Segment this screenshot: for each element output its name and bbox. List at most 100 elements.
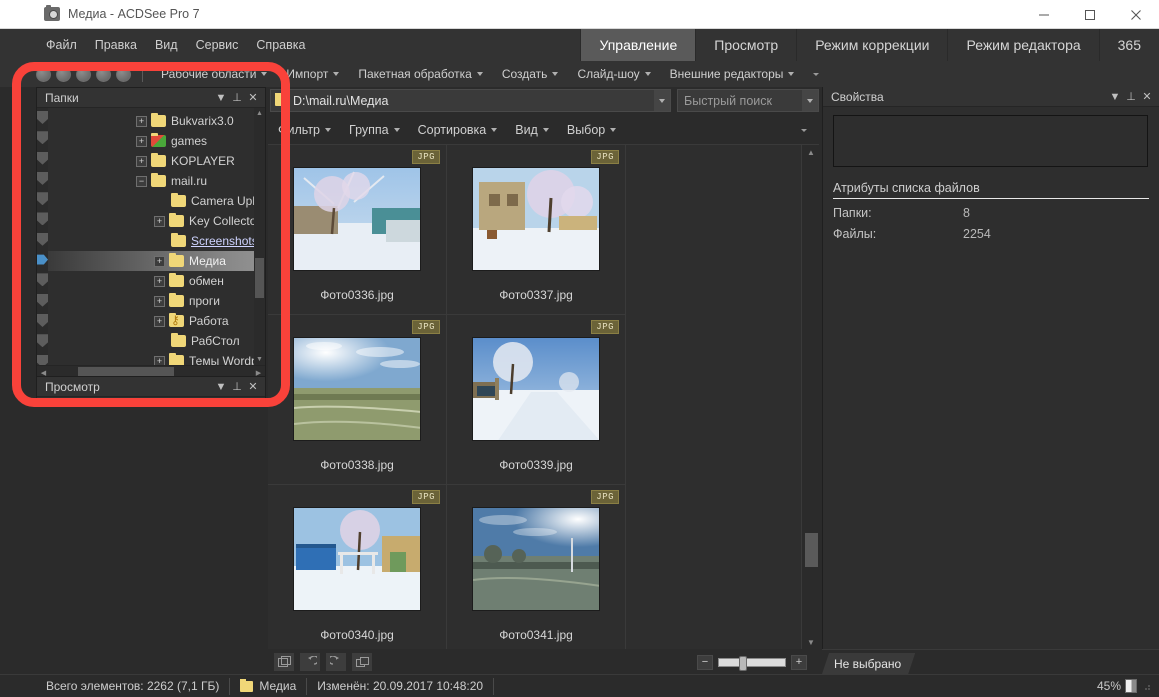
rotate-right-icon[interactable] <box>326 653 346 671</box>
pin-icon[interactable]: ⊥ <box>229 90 245 106</box>
tree-item-key-collector[interactable]: + Key Collector <box>48 211 265 231</box>
tree-item-screenshots[interactable]: Screenshots <box>48 231 265 251</box>
view-dropdown[interactable]: Вид <box>507 123 557 137</box>
tree-item-games[interactable]: + games <box>48 131 265 151</box>
expand-icon[interactable]: + <box>136 135 147 147</box>
pin-icon[interactable]: ⊥ <box>1123 89 1139 105</box>
tab-correction[interactable]: Режим коррекции <box>796 29 947 61</box>
import-dropdown[interactable]: Импорт <box>279 67 346 81</box>
nav-prev-icon[interactable] <box>76 66 91 82</box>
image-icon[interactable] <box>274 653 294 671</box>
tree-item-рабстол[interactable]: РабСтол <box>48 331 265 351</box>
thumbnail-item[interactable]: JPG Фото0340.jpg <box>268 485 447 649</box>
expand-icon[interactable]: + <box>154 315 165 327</box>
search-input[interactable]: Быстрый поиск <box>678 94 802 108</box>
thumbnail-item[interactable]: JPG Фото0338.jpg <box>268 315 447 485</box>
thumbnail-image[interactable] <box>293 507 421 611</box>
tree-item-медиа[interactable]: + Медиа <box>48 251 265 271</box>
slideshow-dropdown[interactable]: Слайд-шоу <box>570 67 657 81</box>
tree-item-обмен[interactable]: + обмен <box>48 271 265 291</box>
scroll-thumb[interactable] <box>805 533 818 567</box>
thumbnail-item[interactable]: JPG Фото0339.jpg <box>447 315 626 485</box>
thumbnail-item[interactable]: JPG Фото0337.jpg <box>447 145 626 315</box>
zoom-control[interactable]: − + <box>697 654 807 671</box>
search-dropdown-button[interactable] <box>802 90 818 111</box>
menu-item-tools[interactable]: Сервис <box>196 38 239 52</box>
maximize-button[interactable] <box>1067 0 1113 29</box>
thumbnail-image[interactable] <box>293 167 421 271</box>
thumbnail-item[interactable]: JPG Фото0336.jpg <box>268 145 447 315</box>
resize-grip-icon[interactable] <box>1141 681 1151 691</box>
thumbnail-image[interactable] <box>293 337 421 441</box>
chevron-down-icon[interactable]: ▼ <box>1107 89 1123 105</box>
tree-vertical-scrollbar[interactable]: ▲ ▼ <box>254 108 265 365</box>
menu-item-help[interactable]: Справка <box>256 38 305 52</box>
close-icon[interactable]: ✕ <box>245 379 261 395</box>
expand-icon[interactable]: + <box>154 215 165 227</box>
tree-rows[interactable]: + Bukvarix3.0 + games + KOPLAYER − mail.ru Camer… <box>48 108 265 365</box>
batch-dropdown[interactable]: Пакетная обработка <box>351 67 489 81</box>
tab-manage[interactable]: Управление <box>580 29 696 61</box>
path-dropdown-button[interactable] <box>654 90 670 111</box>
sort-dropdown[interactable]: Сортировка <box>410 123 506 137</box>
close-icon[interactable]: ✕ <box>245 90 261 106</box>
tree-item-camera-upload[interactable]: Camera Upload <box>48 191 265 211</box>
nav-back-icon[interactable] <box>36 66 51 82</box>
zoom-out-button[interactable]: − <box>697 654 713 670</box>
tree-item-темы-wordpress[interactable]: +Темы Wordpress <box>48 351 265 365</box>
thumbnail-image[interactable] <box>472 507 600 611</box>
tree-item-bukvarix3-0[interactable]: + Bukvarix3.0 <box>48 111 265 131</box>
filter-dropdown[interactable]: Фильтр <box>270 123 339 137</box>
tree-item-работа[interactable]: + Работа <box>48 311 265 331</box>
nav-pause-icon[interactable] <box>56 66 71 82</box>
folder-tree[interactable]: + Bukvarix3.0 + games + KOPLAYER − mail.ru Camer… <box>37 108 265 365</box>
external-editors-dropdown[interactable]: Внешние редакторы <box>663 67 802 81</box>
expand-icon[interactable]: + <box>154 355 165 365</box>
create-dropdown[interactable]: Создать <box>495 67 566 81</box>
rotate-left-icon[interactable] <box>300 653 320 671</box>
thumbnail-image[interactable] <box>472 337 600 441</box>
minimize-button[interactable] <box>1021 0 1067 29</box>
nav-next-icon[interactable] <box>96 66 111 82</box>
path-input[interactable]: D:\mail.ru\Медиа <box>270 89 671 112</box>
expand-icon[interactable]: + <box>154 295 165 307</box>
tab-editor[interactable]: Режим редактора <box>947 29 1098 61</box>
tab-365[interactable]: 365 <box>1098 29 1159 61</box>
chevron-down-icon[interactable]: ▼ <box>213 379 229 395</box>
filterbar-overflow-button[interactable] <box>793 128 815 132</box>
tree-item-koplayer[interactable]: + KOPLAYER <box>48 151 265 171</box>
scroll-up-icon[interactable]: ▲ <box>254 108 265 119</box>
scroll-up-icon[interactable]: ▲ <box>802 145 819 159</box>
toolbar-overflow-button[interactable] <box>806 72 826 76</box>
thumbnails-scrollbar[interactable]: ▲ ▼ <box>801 145 819 649</box>
expand-icon[interactable]: + <box>136 115 147 127</box>
pin-icon[interactable]: ⊥ <box>229 379 245 395</box>
copy-icon[interactable] <box>352 653 372 671</box>
tab-not-selected[interactable]: Не выбрано <box>822 653 915 674</box>
zoom-slider[interactable] <box>718 655 786 671</box>
tree-item-проги[interactable]: + проги <box>48 291 265 311</box>
expand-icon[interactable]: + <box>154 275 165 287</box>
menu-item-file[interactable]: Файл <box>46 38 77 52</box>
tree-item-mail-ru[interactable]: − mail.ru <box>48 171 265 191</box>
nav-up-icon[interactable] <box>116 66 131 82</box>
menu-item-edit[interactable]: Правка <box>95 38 137 52</box>
chevron-down-icon[interactable]: ▼ <box>213 90 229 106</box>
quick-search-box[interactable]: Быстрый поиск <box>677 89 819 112</box>
scroll-down-icon[interactable]: ▼ <box>802 635 819 649</box>
scroll-thumb[interactable] <box>255 258 264 298</box>
menu-item-view[interactable]: Вид <box>155 38 178 52</box>
thumbnail-item[interactable]: JPG Фото0341.jpg <box>447 485 626 649</box>
close-icon[interactable]: ✕ <box>1139 89 1155 105</box>
tab-view[interactable]: Просмотр <box>695 29 796 61</box>
group-dropdown[interactable]: Группа <box>341 123 408 137</box>
zoom-slider-handle[interactable] <box>739 655 747 671</box>
collapse-icon[interactable]: − <box>136 175 147 187</box>
expand-icon[interactable]: + <box>154 255 165 267</box>
thumbnail-grid[interactable]: JPG Фото0336.jpg JPG Фото0337.jpg JPG Фото033… <box>268 145 801 649</box>
zoom-in-button[interactable]: + <box>791 654 807 670</box>
workspaces-dropdown[interactable]: Рабочие области <box>154 67 274 81</box>
select-dropdown[interactable]: Выбор <box>559 123 624 137</box>
close-button[interactable] <box>1113 0 1159 29</box>
thumbnail-area[interactable]: JPG Фото0336.jpg JPG Фото0337.jpg JPG Фото033… <box>268 144 819 649</box>
